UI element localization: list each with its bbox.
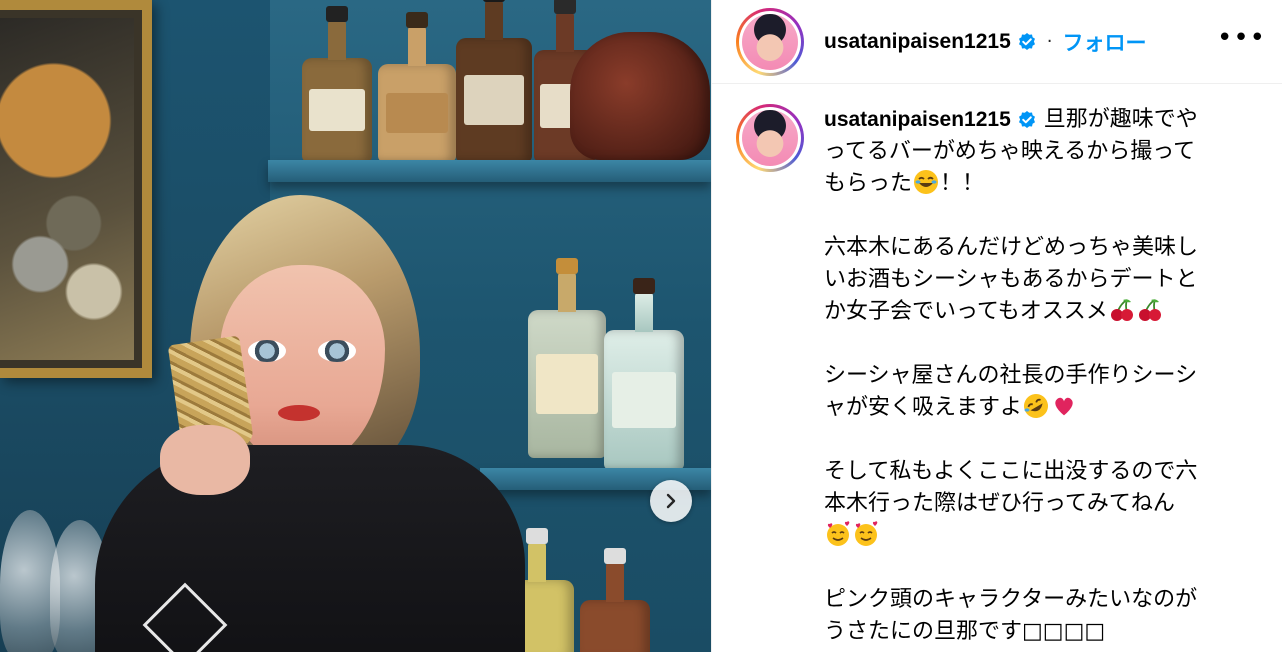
photo-hoodie <box>95 445 525 652</box>
caption-line: ャが安く吸えますよ <box>824 395 1023 420</box>
caption-line: □□□□ <box>1022 619 1106 644</box>
caption-line: もらった <box>824 171 913 196</box>
photo-bottle <box>456 0 532 162</box>
caption-username[interactable]: usatanipaisen1215 <box>824 108 1011 131</box>
follow-button[interactable]: フォロー <box>1063 27 1147 57</box>
next-photo-button[interactable] <box>650 480 692 522</box>
post-header: usatanipaisen1215 · フォロー ••• <box>712 0 1282 84</box>
caption-line: シーシャ屋さんの社長の手作りシーシ <box>824 363 1198 388</box>
smiling-hearts-emoji <box>855 521 878 546</box>
verified-badge-icon <box>1017 110 1037 130</box>
caption-area: usatanipaisen1215 旦那が趣味でや ってるバーがめちゃ映えるから… <box>712 84 1282 648</box>
caption-line: か女子会でいってもオススメ <box>824 299 1108 324</box>
header-username[interactable]: usatanipaisen1215 <box>824 30 1011 54</box>
caption-line: 六本木にあるんだけどめっちゃ美味し <box>824 235 1199 260</box>
verified-badge-icon <box>1017 32 1037 52</box>
photo-bottle <box>528 258 606 458</box>
caption-line: ってるバーがめちゃ映えるから撮って <box>824 139 1196 164</box>
caption-line: そして私もよくここに出没するので六 <box>824 459 1198 484</box>
post-side-panel: usatanipaisen1215 · フォロー ••• usatanipais… <box>711 0 1282 652</box>
caption-line: うさたにの旦那です <box>824 619 1023 644</box>
photo-bottle <box>570 32 710 160</box>
photo-bottle <box>302 6 372 162</box>
photo-bottle <box>604 278 684 470</box>
photo-bottle <box>580 548 650 652</box>
rofl-emoji <box>1024 394 1049 418</box>
more-options-button[interactable]: ••• <box>1217 25 1266 59</box>
caption-line: ピンク頭のキャラクターみたいなのが <box>824 587 1198 612</box>
caption-line: 本木行った際はぜひ行ってみてねん <box>824 491 1175 516</box>
header-separator: · <box>1046 31 1053 52</box>
caption-avatar[interactable] <box>736 104 804 172</box>
photo-person <box>95 195 525 652</box>
photo-hand <box>160 425 250 495</box>
joy-emoji <box>914 170 939 194</box>
chevron-right-icon <box>666 493 676 509</box>
caption-text: usatanipaisen1215 旦那が趣味でや ってるバーがめちゃ映えるから… <box>824 104 1244 648</box>
photo-shelf-top <box>268 160 711 182</box>
instagram-post: usatanipaisen1215 · フォロー ••• usatanipais… <box>0 0 1282 652</box>
photo-bottle <box>378 12 456 162</box>
caption-line: いお酒もシーシャもあるからデートと <box>824 267 1198 292</box>
caption-line: ！！ <box>940 171 985 196</box>
heart-emoji <box>1054 396 1074 417</box>
post-photo[interactable] <box>0 0 711 652</box>
cherries-emoji <box>1110 299 1133 321</box>
caption-line: 旦那が趣味でや <box>1043 107 1198 132</box>
avatar[interactable] <box>736 7 804 76</box>
cherries-emoji <box>1138 299 1161 321</box>
smiling-hearts-emoji <box>827 521 850 546</box>
